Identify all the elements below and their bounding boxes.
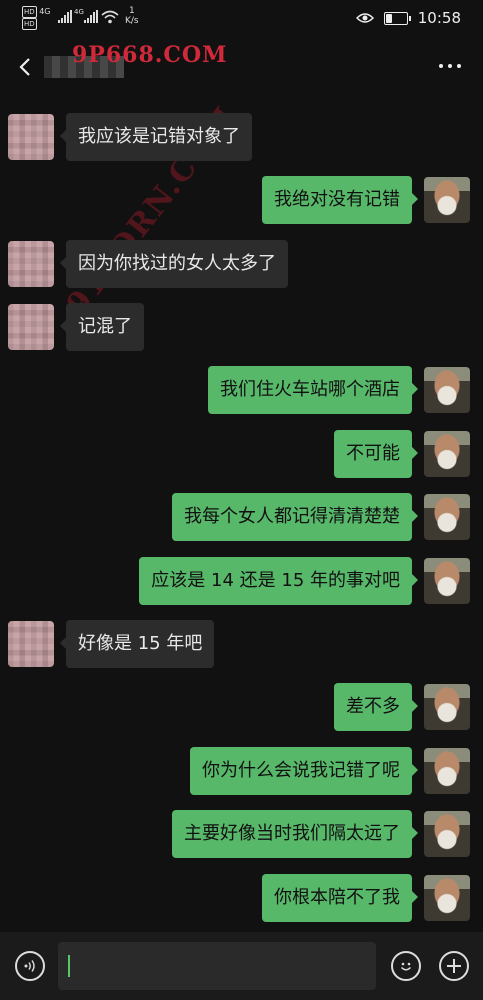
user-avatar[interactable] [424, 811, 470, 857]
message-sent: 不可能 [334, 430, 470, 478]
network-type: 4G [39, 7, 51, 16]
message-bubble[interactable]: 主要好像当时我们隔太远了 [172, 810, 418, 858]
user-avatar[interactable] [424, 367, 470, 413]
wifi-icon [101, 10, 119, 24]
user-avatar[interactable] [424, 431, 470, 477]
contact-avatar[interactable] [8, 241, 54, 287]
message-input[interactable] [58, 942, 376, 990]
user-avatar[interactable] [424, 875, 470, 921]
message-received: 记混了 [8, 303, 144, 351]
contact-avatar[interactable] [8, 621, 54, 667]
message-bubble[interactable]: 我绝对没有记错 [262, 176, 418, 224]
message-sent: 我每个女人都记得清清楚楚 [172, 493, 470, 541]
message-bubble[interactable]: 我每个女人都记得清清楚楚 [172, 493, 418, 541]
battery-icon [383, 11, 411, 25]
message-bubble[interactable]: 我们住火车站哪个酒店 [208, 366, 418, 414]
message-bubble[interactable]: 应该是 14 还是 15 年的事对吧 [139, 557, 418, 605]
user-avatar[interactable] [424, 177, 470, 223]
input-bar [0, 932, 483, 1000]
user-avatar[interactable] [424, 494, 470, 540]
message-bubble[interactable]: 因为你找过的女人太多了 [60, 240, 288, 288]
voice-icon[interactable] [15, 951, 45, 981]
message-bubble[interactable]: 好像是 15 年吧 [59, 620, 215, 668]
eye-icon [355, 13, 374, 23]
chat-header: 9P668.COM [0, 38, 483, 98]
message-bubble[interactable]: 你根本陪不了我 [262, 874, 418, 922]
message-bubble[interactable]: 我应该是记错对象了 [60, 113, 252, 161]
plus-icon[interactable] [439, 951, 469, 981]
network-type: 4G [74, 8, 84, 16]
hd-badge: HD [22, 18, 37, 30]
watermark: 9P668.COM [72, 42, 228, 68]
more-icon[interactable] [439, 64, 461, 68]
message-sent: 你根本陪不了我 [262, 874, 470, 922]
message-sent: 我绝对没有记错 [262, 176, 470, 224]
user-avatar[interactable] [424, 558, 470, 604]
network-indicators: HD 4G HD [22, 6, 51, 30]
message-sent: 我们住火车站哪个酒店 [208, 366, 470, 414]
message-received: 好像是 15 年吧 [8, 620, 215, 668]
message-sent: 差不多 [334, 683, 470, 731]
message-sent: 主要好像当时我们隔太远了 [172, 810, 470, 858]
signal-icon [58, 10, 72, 23]
message-bubble[interactable]: 记混了 [60, 303, 144, 351]
contact-avatar[interactable] [8, 114, 54, 160]
message-bubble[interactable]: 差不多 [334, 683, 418, 731]
user-avatar[interactable] [424, 684, 470, 730]
user-avatar[interactable] [424, 748, 470, 794]
signal-icon [84, 10, 98, 23]
message-bubble[interactable]: 你为什么会说我记错了呢 [190, 747, 418, 795]
emoji-icon[interactable] [391, 951, 421, 981]
message-received: 因为你找过的女人太多了 [8, 240, 288, 288]
message-bubble[interactable]: 不可能 [334, 430, 418, 478]
clock: 10:58 [417, 9, 461, 27]
network-speed: 1 K/s [125, 6, 139, 26]
text-caret [68, 955, 70, 977]
message-received: 我应该是记错对象了 [8, 113, 252, 161]
message-sent: 应该是 14 还是 15 年的事对吧 [139, 557, 470, 605]
message-sent: 你为什么会说我记错了呢 [190, 747, 470, 795]
contact-avatar[interactable] [8, 304, 54, 350]
back-icon[interactable] [18, 58, 32, 76]
status-bar: HD 4G HD 4G 1 K/s 10:58 [0, 0, 483, 38]
hd-badge: HD [22, 6, 37, 18]
